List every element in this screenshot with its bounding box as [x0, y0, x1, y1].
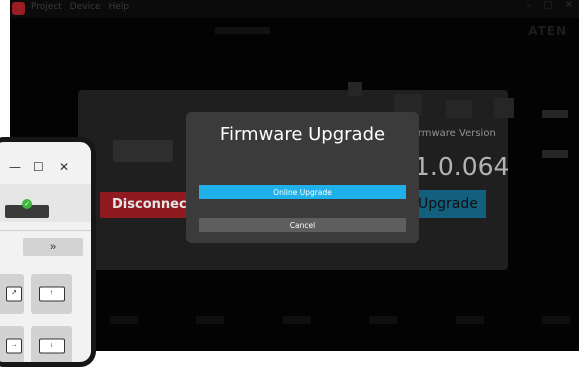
tile-button[interactable]: ↑ [31, 274, 72, 314]
menu-bar: Project Device Help [31, 2, 129, 12]
maximize-button[interactable]: □ [543, 0, 552, 11]
brand-logo: ATEN [528, 24, 567, 38]
dialog-title: Firmware Upgrade [219, 124, 386, 145]
arrow-up-icon: ↑ [38, 286, 65, 302]
firmware-version-label: Firmware Version [410, 128, 496, 139]
tablet-device: — ☐ ✕ ✓ » ↗ ↑ → ↓ [0, 137, 96, 367]
cancel-button[interactable]: Cancel [199, 218, 406, 232]
tile-button[interactable]: ↓ [31, 326, 72, 362]
arrow-down-icon: ↓ [38, 338, 65, 354]
device-image [113, 140, 173, 162]
toolbar-item[interactable] [369, 316, 398, 324]
bottom-toolbar [110, 305, 570, 335]
expand-chevron-button[interactable]: » [23, 238, 83, 256]
page-title-placeholder [215, 27, 270, 34]
tile-button[interactable]: → [0, 326, 24, 362]
background-tile [446, 100, 472, 118]
tablet-maximize-button[interactable]: ☐ [33, 160, 44, 174]
arrow-up-right-icon: ↗ [6, 286, 22, 302]
upgrade-button[interactable]: Upgrade [410, 190, 486, 218]
user-icon[interactable] [455, 316, 484, 324]
app-logo-icon [12, 2, 25, 15]
divider [0, 230, 91, 231]
toolbar-item[interactable] [282, 316, 311, 324]
tablet-minimize-button[interactable]: — [9, 160, 21, 174]
toolbar-item[interactable] [196, 316, 225, 324]
background-tile [542, 150, 568, 158]
disconnect-button[interactable]: Disconnect [100, 192, 193, 218]
arrow-right-icon: → [6, 338, 22, 354]
background-tile [494, 98, 514, 118]
connected-check-icon: ✓ [22, 199, 32, 209]
title-bar: Project Device Help – □ ✕ [10, 0, 579, 18]
menu-help[interactable]: Help [109, 2, 130, 12]
firmware-upgrade-dialog: Firmware Upgrade Online Upgrade Cancel [186, 112, 419, 243]
background-icon [348, 82, 362, 96]
window-controls: – □ ✕ [526, 0, 573, 11]
online-upgrade-button[interactable]: Online Upgrade [199, 185, 406, 199]
menu-project[interactable]: Project [31, 2, 62, 12]
tablet-close-button[interactable]: ✕ [59, 160, 69, 174]
minimize-button[interactable]: – [526, 0, 531, 11]
background-tile [542, 110, 568, 118]
menu-device[interactable]: Device [70, 2, 101, 12]
close-button[interactable]: ✕ [565, 0, 573, 11]
tablet-window-controls: — ☐ ✕ [0, 160, 91, 176]
toolbar-item[interactable] [110, 316, 138, 324]
tile-button[interactable]: ↗ [0, 274, 24, 314]
firmware-version-value: 1.0.064 [414, 152, 510, 181]
screen-icon[interactable] [541, 316, 570, 324]
